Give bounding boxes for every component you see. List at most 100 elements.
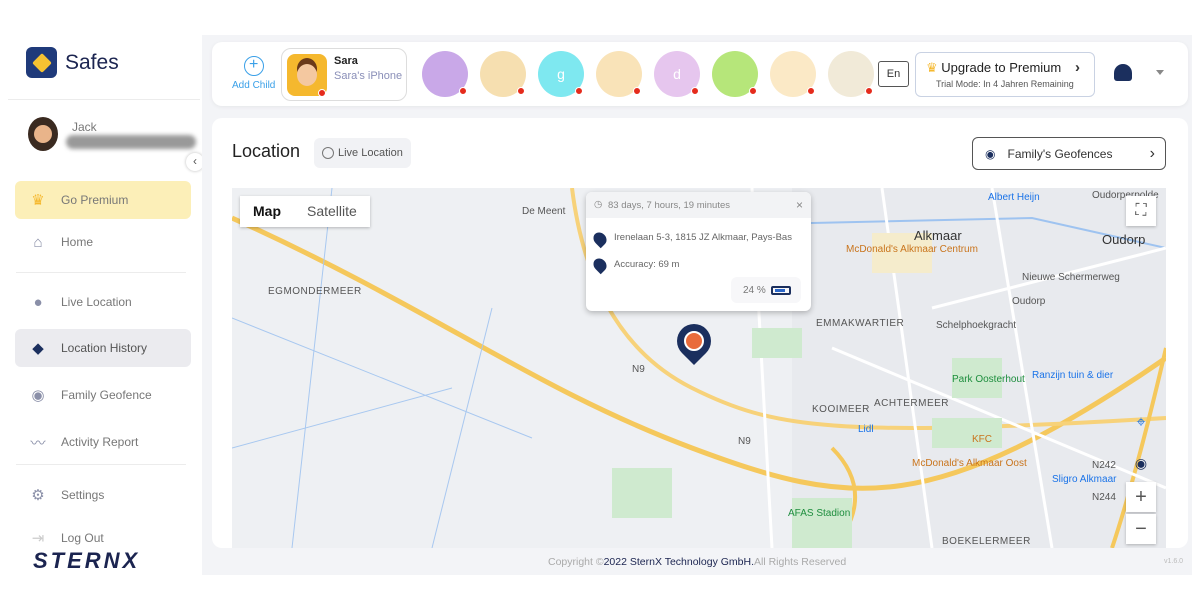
map-type-toggle: Map Satellite xyxy=(240,196,370,227)
map[interactable]: De Meent Alkmaar Albert Heijn Oudorp EGMONDE… xyxy=(232,188,1166,548)
selected-child-card[interactable]: Sara Sara's iPhone xyxy=(281,48,407,101)
child-avatar[interactable] xyxy=(596,51,642,97)
map-label-n242: N242 xyxy=(1092,460,1116,471)
sidebar-item-settings[interactable]: ⚙ Settings xyxy=(15,476,191,514)
avatar xyxy=(28,117,58,151)
sidebar-item-activity-report[interactable]: 〰 Activity Report xyxy=(15,423,191,461)
child-initial: d xyxy=(673,66,681,82)
map-label-oudorp: Oudorp xyxy=(1102,232,1146,247)
sidebar-item-home[interactable]: ⌂ Home xyxy=(15,223,191,261)
sidebar-item-location-history[interactable]: ◆ Location History xyxy=(15,329,191,367)
address: Irenelaan 5-3, 1815 JZ Alkmaar, Pays-Bas xyxy=(614,232,792,243)
device-name: Sara's iPhone xyxy=(334,70,403,82)
user-name: Jack xyxy=(72,120,97,134)
divider xyxy=(16,464,186,465)
location-history-icon: ◆ xyxy=(32,340,44,357)
divider xyxy=(8,99,200,100)
language-button[interactable]: En xyxy=(878,61,909,87)
footer: Copyright ©2022 SternX Technology GmbH.A… xyxy=(548,556,846,568)
map-label-n9: N9 xyxy=(632,364,645,375)
map-label-mcd-centrum: McDonald's Alkmaar Centrum xyxy=(846,244,978,255)
status-dot xyxy=(318,89,326,97)
label: Settings xyxy=(61,488,105,502)
status-dot xyxy=(749,87,757,95)
status-dot xyxy=(517,87,525,95)
label: Go Premium xyxy=(61,193,129,207)
clock-icon: ◷ xyxy=(594,199,603,210)
child-name: Sara xyxy=(334,55,358,67)
home-icon: ⌂ xyxy=(33,233,43,251)
close-icon[interactable]: × xyxy=(796,198,803,212)
label: Family's Geofences xyxy=(1007,146,1113,161)
activity-chart-icon: 〰 xyxy=(30,434,46,452)
child-avatar[interactable]: g xyxy=(538,51,584,97)
zoom-in-button[interactable]: + xyxy=(1126,482,1156,512)
map-label-ranzijn: Ranzijn tuin & dier xyxy=(1032,370,1114,381)
map-label-achtermeer: ACHTERMEER xyxy=(874,398,950,409)
child-selector-bar: + Add Child Sara Sara's iPhone g d En ♛ Upg… xyxy=(212,42,1188,106)
map-label-albert-heijn: Albert Heijn xyxy=(988,192,1040,203)
logout-icon: ⇥ xyxy=(31,530,45,547)
bell-icon[interactable] xyxy=(1114,64,1132,81)
app-logo[interactable]: Safes xyxy=(26,47,119,78)
map-label-boekel: BOEKELERMEER xyxy=(942,536,1031,547)
sternx-logo: STERNX xyxy=(33,548,141,573)
child-avatar[interactable]: d xyxy=(654,51,700,97)
add-child-button[interactable]: + Add Child xyxy=(232,56,275,91)
sidebar-item-go-premium[interactable]: ♛ Go Premium xyxy=(15,181,191,219)
status-dot xyxy=(691,87,699,95)
user-email-blurred xyxy=(66,135,196,149)
map-label-emma: EMMAKWARTIER xyxy=(816,318,905,329)
location-panel: Location Live Location ◉ Family's Geofenc… xyxy=(212,118,1188,548)
gear-icon: ⚙ xyxy=(31,487,45,504)
battery-charging-icon xyxy=(771,286,791,295)
status-dot xyxy=(865,87,873,95)
accuracy-icon xyxy=(590,255,610,275)
map-label-mcd-oost: McDonald's Alkmaar Oost xyxy=(912,458,1027,469)
label: Home xyxy=(61,235,94,249)
map-label-kfc: KFC xyxy=(972,434,992,445)
child-location-icon[interactable]: ◉ xyxy=(1126,448,1156,478)
child-avatar[interactable] xyxy=(828,51,874,97)
battery-level: 24 % xyxy=(743,285,766,296)
child-avatar[interactable] xyxy=(712,51,758,97)
plus-icon: + xyxy=(243,56,264,76)
my-location-icon[interactable]: ⌖ xyxy=(1126,408,1156,438)
user-profile[interactable]: Jack xyxy=(28,117,196,151)
live-location-toggle[interactable]: Live Location xyxy=(314,138,411,168)
tab-map[interactable]: Map xyxy=(240,196,294,227)
fullscreen-button[interactable]: ⛶ xyxy=(1126,196,1156,226)
map-label-oudorp2: Oudorp xyxy=(1012,296,1046,307)
map-label-alkmaar: Alkmaar xyxy=(914,228,962,243)
map-label-kooimeer: KOOIMEER xyxy=(812,404,870,415)
copyright: Copyright © xyxy=(548,556,604,568)
status-dot xyxy=(575,87,583,95)
map-label-de-meent: De Meent xyxy=(522,206,566,217)
map-label-schelp: Schelphoekgracht xyxy=(936,320,1017,331)
sidebar-item-live-location[interactable]: ● Live Location xyxy=(15,283,191,321)
geofence-icon: ◉ xyxy=(985,146,996,161)
upgrade-premium-button[interactable]: ♛ Upgrade to Premium › Trial Mode: In 4 Ja… xyxy=(915,52,1095,97)
map-label-n9b: N9 xyxy=(738,436,751,447)
zoom-out-button[interactable]: − xyxy=(1126,514,1156,544)
trial-status: Trial Mode: In 4 Jahren Remaining xyxy=(936,79,1074,89)
child-avatar[interactable] xyxy=(480,51,526,97)
label: Add Child xyxy=(232,80,276,91)
chevron-right-icon: › xyxy=(1075,59,1080,76)
child-avatar[interactable] xyxy=(770,51,816,97)
label: Live Location xyxy=(338,147,403,159)
divider xyxy=(16,272,186,273)
map-label-nieuwe: Nieuwe Schermerweg xyxy=(1022,272,1120,283)
map-label-n244: N244 xyxy=(1092,492,1116,503)
family-geofences-button[interactable]: ◉ Family's Geofences › xyxy=(972,137,1166,170)
map-label-afas: AFAS Stadion xyxy=(788,508,851,519)
chevron-down-icon[interactable] xyxy=(1156,70,1164,75)
label: Upgrade to Premium xyxy=(941,60,1062,75)
crown-icon: ♛ xyxy=(926,60,938,75)
address-pin-icon xyxy=(590,229,610,249)
tab-satellite[interactable]: Satellite xyxy=(294,196,370,227)
label: Location History xyxy=(61,341,148,355)
child-avatar[interactable] xyxy=(422,51,468,97)
location-pin-icon: ● xyxy=(33,293,43,311)
sidebar-item-family-geofence[interactable]: ◉ Family Geofence xyxy=(15,376,191,414)
